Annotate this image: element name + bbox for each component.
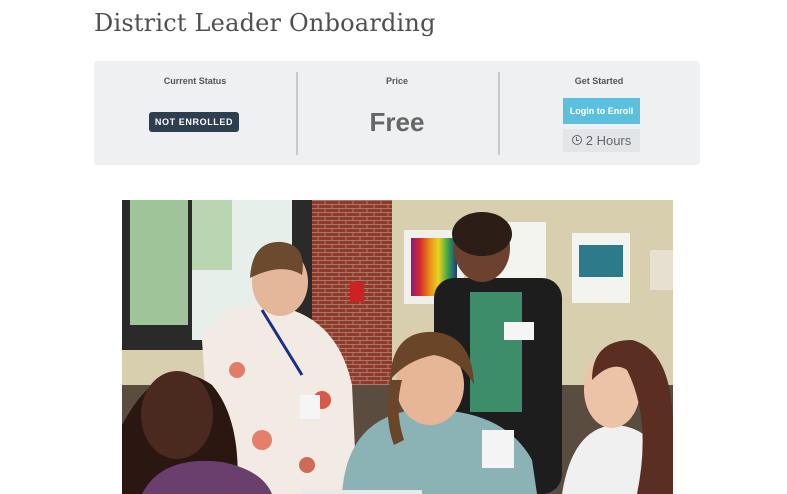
current-status-label: Current Status xyxy=(163,76,227,86)
clock-icon xyxy=(571,135,582,145)
price-label: Price xyxy=(385,76,409,86)
login-to-enroll-button[interactable]: Login to Enroll xyxy=(563,98,640,124)
price-value: Free xyxy=(369,107,425,137)
page-title: District Leader Onboarding xyxy=(94,9,436,37)
status-badge: NOT ENROLLED xyxy=(149,112,239,132)
course-status-panel: Current Status NOT ENROLLED Price Free G… xyxy=(94,61,700,165)
course-photo-image xyxy=(122,200,673,494)
duration-text: 2 Hours xyxy=(585,133,632,148)
duration-pill: 2 Hours xyxy=(563,129,640,152)
current-status-column: Current Status NOT ENROLLED xyxy=(94,61,296,165)
course-photo xyxy=(122,200,673,494)
get-started-column: Get Started Login to Enroll 2 Hours xyxy=(498,61,700,165)
price-column: Price Free xyxy=(296,61,498,165)
get-started-label: Get Started xyxy=(574,76,624,86)
